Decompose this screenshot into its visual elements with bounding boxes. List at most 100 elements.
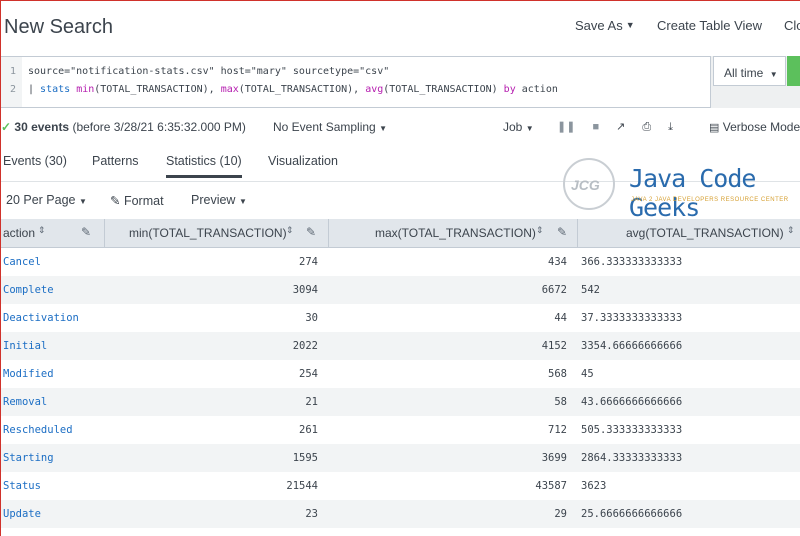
cell-min: 1595 bbox=[292, 452, 318, 464]
save-as-menu[interactable]: Save As ▼ bbox=[575, 18, 635, 33]
cell-min: 30 bbox=[305, 312, 318, 324]
max-function: max bbox=[220, 84, 239, 95]
cell-action[interactable]: Cancel bbox=[3, 256, 41, 268]
table-body: Cancel 274 434 366.333333333333 Complete 309… bbox=[1, 248, 800, 528]
table-row: Complete 3094 6672 542 bbox=[1, 276, 800, 304]
column-header-avg[interactable]: avg(TOTAL_TRANSACTION) ⇕ bbox=[578, 219, 800, 248]
cell-max: 568 bbox=[548, 368, 567, 380]
column-header-min[interactable]: min(TOTAL_TRANSACTION) ⇕ ✎ bbox=[105, 219, 329, 248]
edit-column-icon[interactable]: ✎ bbox=[557, 225, 567, 239]
search-mode-label: Verbose Mode bbox=[722, 120, 800, 134]
tab-visualization[interactable]: Visualization bbox=[268, 154, 338, 168]
caret-down-icon: ▼ bbox=[769, 70, 778, 79]
table-row: Modified 254 568 45 bbox=[1, 360, 800, 388]
results-toolbar: 20 Per Page ▼ ✎ Format Preview ▼ bbox=[1, 182, 800, 219]
edit-column-icon[interactable]: ✎ bbox=[306, 225, 316, 239]
cell-min: 21 bbox=[305, 396, 318, 408]
caret-down-icon: ▼ bbox=[238, 197, 247, 206]
page-title: New Search bbox=[4, 16, 113, 38]
by-keyword: by bbox=[503, 84, 516, 95]
column-header-action[interactable]: action ⇕ ✎ bbox=[1, 219, 105, 248]
cell-max: 4152 bbox=[541, 340, 567, 352]
search-line-2: | stats min(TOTAL_TRANSACTION), max(TOTA… bbox=[28, 84, 558, 95]
tab-events[interactable]: Events (30) bbox=[3, 154, 67, 168]
table-row: Cancel 274 434 366.333333333333 bbox=[1, 248, 800, 276]
create-table-view-button[interactable]: Create Table View bbox=[657, 18, 762, 33]
table-header: action ⇕ ✎ min(TOTAL_TRANSACTION) ⇕ ✎ ma… bbox=[1, 219, 800, 248]
events-count: 30 events bbox=[14, 120, 70, 134]
search-editor[interactable]: 1 2 source="notification-stats.csv" host… bbox=[1, 56, 711, 108]
cell-min: 254 bbox=[299, 368, 318, 380]
time-range-picker[interactable]: All time ▼ bbox=[713, 56, 786, 86]
cell-avg: 3354.66666666666 bbox=[581, 340, 683, 352]
cell-avg: 542 bbox=[581, 284, 600, 296]
table-row: Rescheduled 261 712 505.333333333333 bbox=[1, 416, 800, 444]
cell-action[interactable]: Starting bbox=[3, 452, 54, 464]
table-row: Removal 21 58 43.6666666666666 bbox=[1, 388, 800, 416]
mode-icon: ▤ bbox=[709, 122, 720, 134]
cell-avg: 3623 bbox=[581, 480, 607, 492]
table-row: Deactivation 30 44 37.3333333333333 bbox=[1, 304, 800, 332]
format-button[interactable]: ✎ Format bbox=[110, 193, 164, 208]
cell-action[interactable]: Complete bbox=[3, 284, 54, 296]
cell-min: 3094 bbox=[292, 284, 318, 296]
search-mode-dropdown[interactable]: ▤ Verbose Mode bbox=[709, 120, 800, 134]
preview-dropdown[interactable]: Preview ▼ bbox=[191, 193, 247, 207]
cell-max: 44 bbox=[554, 312, 567, 324]
cell-action[interactable]: Rescheduled bbox=[3, 424, 73, 436]
cell-max: 712 bbox=[548, 424, 567, 436]
cell-min: 21544 bbox=[286, 480, 318, 492]
sort-icon[interactable]: ⇕ bbox=[38, 225, 46, 236]
sort-icon[interactable]: ⇕ bbox=[787, 225, 795, 236]
cell-min: 261 bbox=[299, 424, 318, 436]
format-label: Format bbox=[123, 194, 164, 208]
avg-function: avg bbox=[365, 84, 384, 95]
pencil-icon: ✎ bbox=[110, 194, 121, 208]
pause-icon[interactable]: ❚❚ bbox=[557, 121, 575, 133]
events-summary: ✓ 30 events (before 3/28/21 6:35:32.000 … bbox=[1, 120, 246, 134]
share-icon[interactable]: ↗ bbox=[616, 121, 625, 133]
table-row: Status 21544 43587 3623 bbox=[1, 472, 800, 500]
cell-max: 43587 bbox=[535, 480, 567, 492]
edit-column-icon[interactable]: ✎ bbox=[81, 225, 91, 239]
table-row: Update 23 29 25.6666666666666 bbox=[1, 500, 800, 528]
line-number-1: 1 bbox=[10, 66, 17, 77]
job-status-bar: ✓ 30 events (before 3/28/21 6:35:32.000 … bbox=[1, 108, 800, 146]
tab-patterns[interactable]: Patterns bbox=[92, 154, 139, 168]
stop-icon[interactable]: ■ bbox=[592, 121, 599, 133]
search-go-button[interactable] bbox=[787, 56, 800, 86]
line-number-2: 2 bbox=[10, 84, 17, 95]
by-field: action bbox=[515, 84, 558, 95]
pipe-token: | bbox=[28, 84, 41, 95]
job-menu[interactable]: Job ▼ bbox=[503, 120, 534, 134]
max-arg: (TOTAL_TRANSACTION), bbox=[238, 84, 366, 95]
export-icon[interactable]: ⤓ bbox=[668, 121, 673, 133]
table-row: Starting 1595 3699 2864.33333333333 bbox=[1, 444, 800, 472]
close-button[interactable]: Clo bbox=[784, 18, 800, 33]
event-sampling-dropdown[interactable]: No Event Sampling ▼ bbox=[273, 120, 387, 134]
column-header-max[interactable]: max(TOTAL_TRANSACTION) ⇕ ✎ bbox=[329, 219, 578, 248]
cell-max: 29 bbox=[554, 508, 567, 520]
cell-max: 434 bbox=[548, 256, 567, 268]
cell-action[interactable]: Deactivation bbox=[3, 312, 79, 324]
table-row: Initial 2022 4152 3354.66666666666 bbox=[1, 332, 800, 360]
cell-action[interactable]: Status bbox=[3, 480, 41, 492]
cell-avg: 37.3333333333333 bbox=[581, 312, 683, 324]
cell-avg: 45 bbox=[581, 368, 594, 380]
min-function: min bbox=[76, 84, 95, 95]
sort-icon[interactable]: ⇕ bbox=[536, 225, 544, 236]
cell-avg: 505.333333333333 bbox=[581, 424, 683, 436]
cell-action[interactable]: Initial bbox=[3, 340, 47, 352]
cell-avg: 2864.33333333333 bbox=[581, 452, 683, 464]
tab-statistics[interactable]: Statistics (10) bbox=[166, 154, 242, 178]
per-page-dropdown[interactable]: 20 Per Page ▼ bbox=[6, 193, 87, 207]
column-label: min(TOTAL_TRANSACTION) bbox=[129, 226, 287, 240]
cell-action[interactable]: Removal bbox=[3, 396, 47, 408]
sort-icon[interactable]: ⇕ bbox=[286, 225, 294, 236]
job-label: Job bbox=[503, 120, 523, 134]
caret-down-icon: ▼ bbox=[525, 124, 534, 133]
cell-action[interactable]: Update bbox=[3, 508, 41, 520]
cell-action[interactable]: Modified bbox=[3, 368, 54, 380]
print-icon[interactable]: ⎙ bbox=[642, 121, 651, 133]
time-range-label: All time bbox=[724, 66, 764, 80]
